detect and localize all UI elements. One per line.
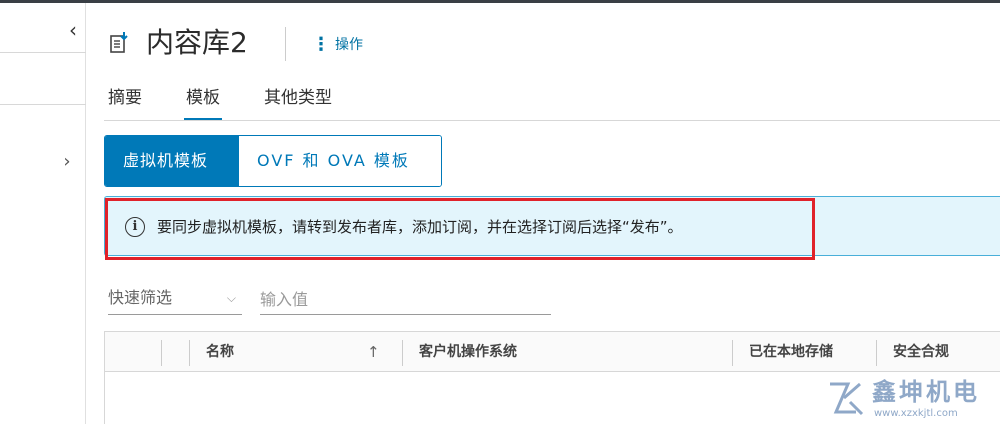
tab-templates[interactable]: 模板: [184, 83, 222, 121]
content-library-icon: [110, 32, 128, 53]
highlight-annotation-box: [105, 198, 815, 260]
tab-bar: 摘要 模板 其他类型: [108, 83, 376, 121]
chevron-down-icon: ⌵: [226, 291, 236, 305]
column-header-stored-locally[interactable]: 已在本地存储: [749, 332, 833, 372]
column-separator[interactable]: [402, 340, 403, 366]
filter-value-input[interactable]: [260, 285, 551, 315]
title-divider: [285, 27, 286, 61]
column-separator[interactable]: [876, 340, 877, 366]
left-navigation-panel: ‹ ›: [0, 3, 86, 424]
sort-ascending-icon[interactable]: ↑: [367, 332, 380, 372]
watermark: 鑫坤机电 www.xzxkjtl.com: [826, 376, 1000, 424]
quick-filter-label: 快速筛选: [108, 288, 173, 307]
content-library-view: 内容库2 ⋮ 操作 摘要 模板 其他类型 虚拟机模板 OVF 和 OVA 模板 …: [87, 3, 1000, 424]
column-separator[interactable]: [732, 340, 733, 366]
watermark-logo-icon: [830, 382, 864, 416]
column-separator: [161, 340, 162, 366]
template-type-toggle: 虚拟机模板 OVF 和 OVA 模板: [104, 135, 442, 187]
nav-divider: [0, 52, 86, 53]
tab-summary[interactable]: 摘要: [108, 83, 142, 121]
actions-menu-button[interactable]: ⋮ 操作: [312, 33, 363, 55]
page-title: 内容库2: [146, 26, 248, 59]
column-header-guest-os[interactable]: 客户机操作系统: [419, 332, 517, 372]
nav-divider: [0, 104, 86, 105]
more-vertical-icon: ⋮: [312, 33, 330, 55]
column-header-name[interactable]: 名称: [206, 332, 234, 372]
vm-templates-button[interactable]: 虚拟机模板: [105, 136, 239, 186]
column-separator: [189, 340, 190, 366]
datagrid-header: 名称 ↑ 客户机操作系统 已在本地存储 安全合规: [105, 332, 1000, 372]
quick-filter-dropdown[interactable]: 快速筛选 ⌵: [108, 285, 242, 315]
watermark-text: 鑫坤机电: [872, 378, 980, 406]
tab-other-types[interactable]: 其他类型: [264, 83, 332, 121]
ovf-ova-templates-button[interactable]: OVF 和 OVA 模板: [239, 136, 441, 186]
expand-node-icon[interactable]: ›: [58, 151, 76, 173]
actions-label: 操作: [335, 37, 363, 53]
column-header-security-compliance[interactable]: 安全合规: [893, 332, 949, 372]
watermark-url: www.xzxkjtl.com: [874, 408, 958, 419]
tabs-divider: [104, 120, 1000, 121]
collapse-panel-icon[interactable]: ‹: [64, 19, 82, 41]
